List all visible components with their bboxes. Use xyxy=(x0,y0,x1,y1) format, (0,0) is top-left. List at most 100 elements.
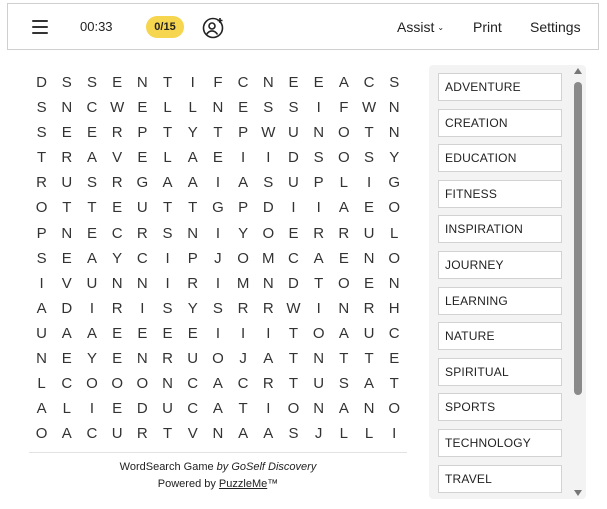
grid-cell[interactable]: T xyxy=(382,371,407,396)
grid-cell[interactable]: O xyxy=(130,371,155,396)
grid-cell[interactable]: I xyxy=(256,321,281,346)
grid-cell[interactable]: C xyxy=(382,321,407,346)
grid-cell[interactable]: A xyxy=(256,346,281,371)
grid-cell[interactable]: I xyxy=(205,321,230,346)
grid-cell[interactable]: I xyxy=(281,195,306,220)
grid-cell[interactable]: I xyxy=(155,271,180,296)
grid-cell[interactable]: N xyxy=(256,271,281,296)
grid-cell[interactable]: A xyxy=(180,145,205,170)
grid-cell[interactable]: C xyxy=(180,396,205,421)
grid-cell[interactable]: S xyxy=(382,70,407,95)
grid-cell[interactable]: E xyxy=(155,321,180,346)
grid-cell[interactable]: E xyxy=(356,271,381,296)
grid-cell[interactable]: U xyxy=(356,321,381,346)
grid-cell[interactable]: P xyxy=(29,221,54,246)
grid-cell[interactable]: T xyxy=(281,346,306,371)
grid-cell[interactable]: E xyxy=(180,321,205,346)
grid-cell[interactable]: Y xyxy=(79,346,104,371)
grid-cell[interactable]: I xyxy=(155,246,180,271)
grid-cell[interactable]: N xyxy=(306,346,331,371)
grid-cell[interactable]: S xyxy=(331,371,356,396)
grid-cell[interactable]: D xyxy=(130,396,155,421)
grid-cell[interactable]: C xyxy=(231,371,256,396)
grid-cell[interactable]: C xyxy=(281,246,306,271)
grid-cell[interactable]: C xyxy=(54,371,79,396)
grid-cell[interactable]: A xyxy=(331,70,356,95)
grid-cell[interactable]: N xyxy=(54,221,79,246)
grid-cell[interactable]: E xyxy=(331,246,356,271)
word-list-scrollbar[interactable] xyxy=(572,68,584,496)
grid-cell[interactable]: D xyxy=(256,195,281,220)
grid-cell[interactable]: N xyxy=(306,396,331,421)
grid-cell[interactable]: U xyxy=(29,321,54,346)
grid-cell[interactable]: A xyxy=(231,170,256,195)
grid-cell[interactable]: C xyxy=(130,246,155,271)
grid-cell[interactable]: R xyxy=(356,296,381,321)
grid-cell[interactable]: I xyxy=(356,170,381,195)
grid-cell[interactable]: S xyxy=(29,120,54,145)
grid-cell[interactable]: A xyxy=(79,246,104,271)
grid-cell[interactable]: A xyxy=(54,421,79,446)
grid-cell[interactable]: A xyxy=(331,396,356,421)
grid-cell[interactable]: W xyxy=(281,296,306,321)
grid-cell[interactable]: S xyxy=(256,95,281,120)
grid-cell[interactable]: L xyxy=(29,371,54,396)
add-user-icon[interactable] xyxy=(201,16,225,40)
grid-cell[interactable]: E xyxy=(105,346,130,371)
grid-cell[interactable]: R xyxy=(180,271,205,296)
grid-cell[interactable]: V xyxy=(180,421,205,446)
grid-cell[interactable]: S xyxy=(29,246,54,271)
grid-cell[interactable]: N xyxy=(130,346,155,371)
grid-cell[interactable]: R xyxy=(29,170,54,195)
grid-cell[interactable]: N xyxy=(54,95,79,120)
grid-cell[interactable]: P xyxy=(231,195,256,220)
grid-cell[interactable]: M xyxy=(231,271,256,296)
grid-cell[interactable]: I xyxy=(205,271,230,296)
grid-cell[interactable]: R xyxy=(306,221,331,246)
grid-cell[interactable]: A xyxy=(79,145,104,170)
grid-cell[interactable]: E xyxy=(306,70,331,95)
grid-cell[interactable]: J xyxy=(306,421,331,446)
grid-cell[interactable]: O xyxy=(331,120,356,145)
grid-cell[interactable]: N xyxy=(130,70,155,95)
grid-cell[interactable]: S xyxy=(29,95,54,120)
grid-cell[interactable]: R xyxy=(256,296,281,321)
grid-cell[interactable]: L xyxy=(331,421,356,446)
settings-button[interactable]: Settings xyxy=(530,19,581,35)
puzzleme-link[interactable]: PuzzleMe xyxy=(219,478,267,490)
grid-cell[interactable]: O xyxy=(29,195,54,220)
grid-cell[interactable]: W xyxy=(256,120,281,145)
grid-cell[interactable]: O xyxy=(105,371,130,396)
grid-cell[interactable]: L xyxy=(356,421,381,446)
grid-cell[interactable]: E xyxy=(105,321,130,346)
grid-cell[interactable]: C xyxy=(79,95,104,120)
grid-cell[interactable]: L xyxy=(382,221,407,246)
grid-cell[interactable]: A xyxy=(79,321,104,346)
grid-cell[interactable]: O xyxy=(205,346,230,371)
assist-dropdown[interactable]: Assist ⌄ xyxy=(397,19,444,35)
grid-cell[interactable]: D xyxy=(281,271,306,296)
grid-cell[interactable]: R xyxy=(130,421,155,446)
grid-cell[interactable]: C xyxy=(180,371,205,396)
grid-cell[interactable]: P xyxy=(130,120,155,145)
grid-cell[interactable]: U xyxy=(54,170,79,195)
grid-cell[interactable]: N xyxy=(130,271,155,296)
grid-cell[interactable]: L xyxy=(180,95,205,120)
grid-cell[interactable]: S xyxy=(306,145,331,170)
grid-cell[interactable]: T xyxy=(155,195,180,220)
grid-cell[interactable]: A xyxy=(54,321,79,346)
grid-cell[interactable]: U xyxy=(79,271,104,296)
grid-cell[interactable]: D xyxy=(54,296,79,321)
grid-cell[interactable]: E xyxy=(79,120,104,145)
grid-cell[interactable]: O xyxy=(29,421,54,446)
grid-cell[interactable]: E xyxy=(79,221,104,246)
grid-cell[interactable]: E xyxy=(356,195,381,220)
grid-cell[interactable]: E xyxy=(382,346,407,371)
grid-cell[interactable]: E xyxy=(281,221,306,246)
grid-cell[interactable]: U xyxy=(356,221,381,246)
grid-cell[interactable]: O xyxy=(281,396,306,421)
grid-cell[interactable]: I xyxy=(79,296,104,321)
grid-cell[interactable]: F xyxy=(331,95,356,120)
grid-cell[interactable]: V xyxy=(105,145,130,170)
grid-cell[interactable]: E xyxy=(231,95,256,120)
